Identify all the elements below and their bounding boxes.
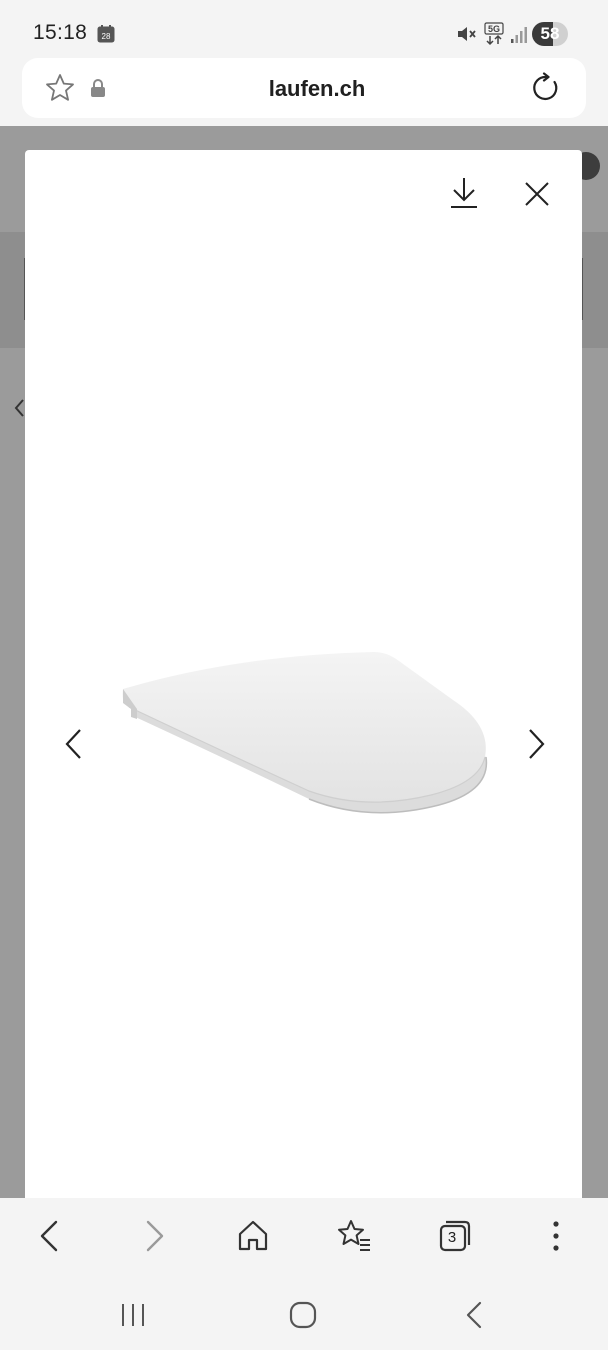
- chevron-left-icon[interactable]: [61, 726, 85, 762]
- background-chevron-left-icon: [14, 399, 24, 417]
- calendar-date: 28: [102, 32, 111, 41]
- tab-count: 3: [447, 1229, 457, 1246]
- system-nav-bar: [0, 1276, 608, 1350]
- chevron-right-icon[interactable]: [525, 726, 549, 762]
- close-icon[interactable]: [523, 180, 551, 208]
- home-icon[interactable]: [235, 1218, 271, 1254]
- lock-icon[interactable]: [89, 78, 107, 98]
- recents-icon[interactable]: [118, 1300, 148, 1330]
- network-label: 5G: [488, 24, 500, 34]
- url-text[interactable]: laufen.ch: [162, 76, 472, 102]
- battery-level: 58: [540, 24, 560, 43]
- address-bar[interactable]: laufen.ch: [22, 58, 586, 118]
- download-icon[interactable]: [449, 176, 479, 210]
- back-icon[interactable]: [460, 1300, 490, 1330]
- back-icon[interactable]: [32, 1218, 68, 1254]
- signal-icon: [511, 27, 527, 43]
- bookmarks-icon[interactable]: [336, 1218, 372, 1254]
- tabs-button[interactable]: 3: [436, 1218, 472, 1254]
- home-icon[interactable]: [288, 1300, 318, 1330]
- image-lightbox: [25, 150, 582, 1198]
- address-bar-area: laufen.ch: [0, 58, 608, 126]
- forward-icon[interactable]: [136, 1218, 172, 1254]
- background-divider: [582, 258, 583, 320]
- battery-indicator: 58: [532, 22, 568, 46]
- network-icon: 5G: [484, 22, 504, 46]
- more-icon[interactable]: [538, 1218, 574, 1254]
- reload-icon[interactable]: [530, 72, 562, 104]
- product-image-toilet-seat: [122, 652, 488, 814]
- star-icon[interactable]: [44, 72, 76, 104]
- status-bar: 15:18 28 5G 58: [0, 0, 608, 58]
- status-time: 15:18: [33, 21, 88, 44]
- browser-toolbar: 3: [0, 1198, 608, 1276]
- mute-icon: [458, 27, 476, 41]
- calendar-icon: 28: [97, 25, 115, 43]
